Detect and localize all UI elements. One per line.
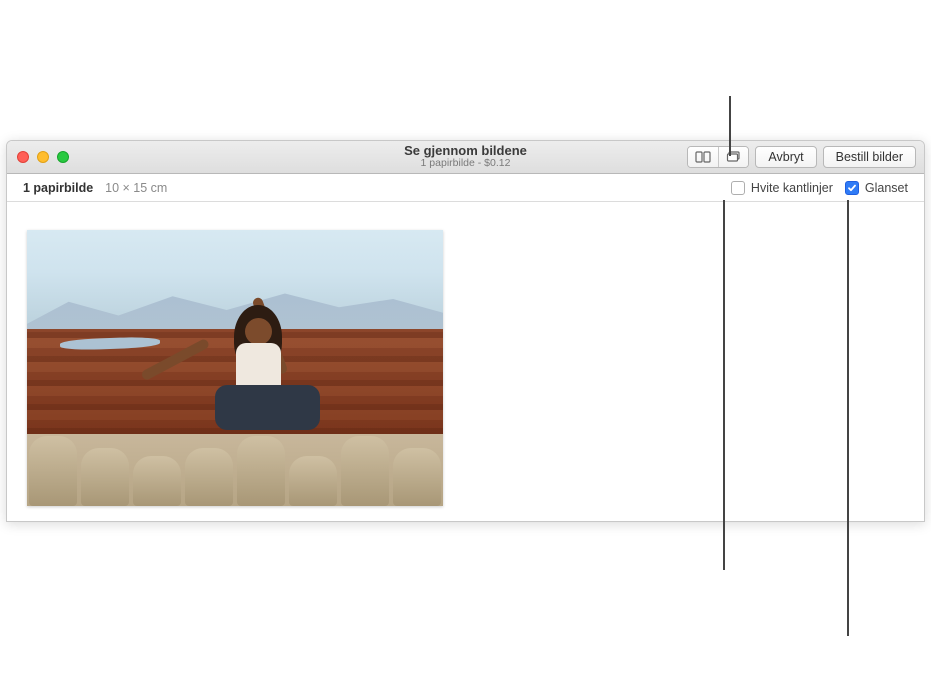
check-icon: [847, 183, 857, 193]
callout-line: [729, 96, 731, 156]
photo-thumbnail[interactable]: [27, 230, 443, 506]
zoom-window-button[interactable]: [57, 151, 69, 163]
print-size-label: 10 × 15 cm: [105, 181, 167, 195]
glossy-label: Glanset: [865, 181, 908, 195]
order-photos-button[interactable]: Bestill bilder: [823, 146, 916, 168]
titlebar: Se gjennom bildene 1 papirbilde - $0.12: [7, 141, 924, 174]
print-order-window: Se gjennom bildene 1 papirbilde - $0.12: [6, 140, 925, 522]
white-borders-checkbox[interactable]: [731, 181, 745, 195]
glossy-checkbox[interactable]: [845, 181, 859, 195]
white-borders-option[interactable]: Hvite kantlinjer: [731, 181, 833, 195]
book-spread-icon: [695, 151, 711, 163]
glossy-option[interactable]: Glanset: [845, 181, 908, 195]
window-controls: [7, 151, 69, 163]
view-spread-button[interactable]: [688, 147, 718, 167]
cancel-button-label: Avbryt: [768, 150, 803, 164]
white-borders-label: Hvite kantlinjer: [751, 181, 833, 195]
view-stack-button[interactable]: [718, 147, 748, 167]
cancel-button[interactable]: Avbryt: [755, 146, 816, 168]
view-mode-segment: [687, 146, 749, 168]
photo-preview-area: [7, 202, 924, 522]
print-count-label: 1 papirbilde: [23, 181, 93, 195]
order-photos-button-label: Bestill bilder: [836, 150, 903, 164]
print-options-bar: 1 papirbilde 10 × 15 cm Hvite kantlinjer…: [7, 174, 924, 202]
callout-line: [723, 200, 725, 570]
close-window-button[interactable]: [17, 151, 29, 163]
callout-line: [847, 200, 849, 636]
minimize-window-button[interactable]: [37, 151, 49, 163]
